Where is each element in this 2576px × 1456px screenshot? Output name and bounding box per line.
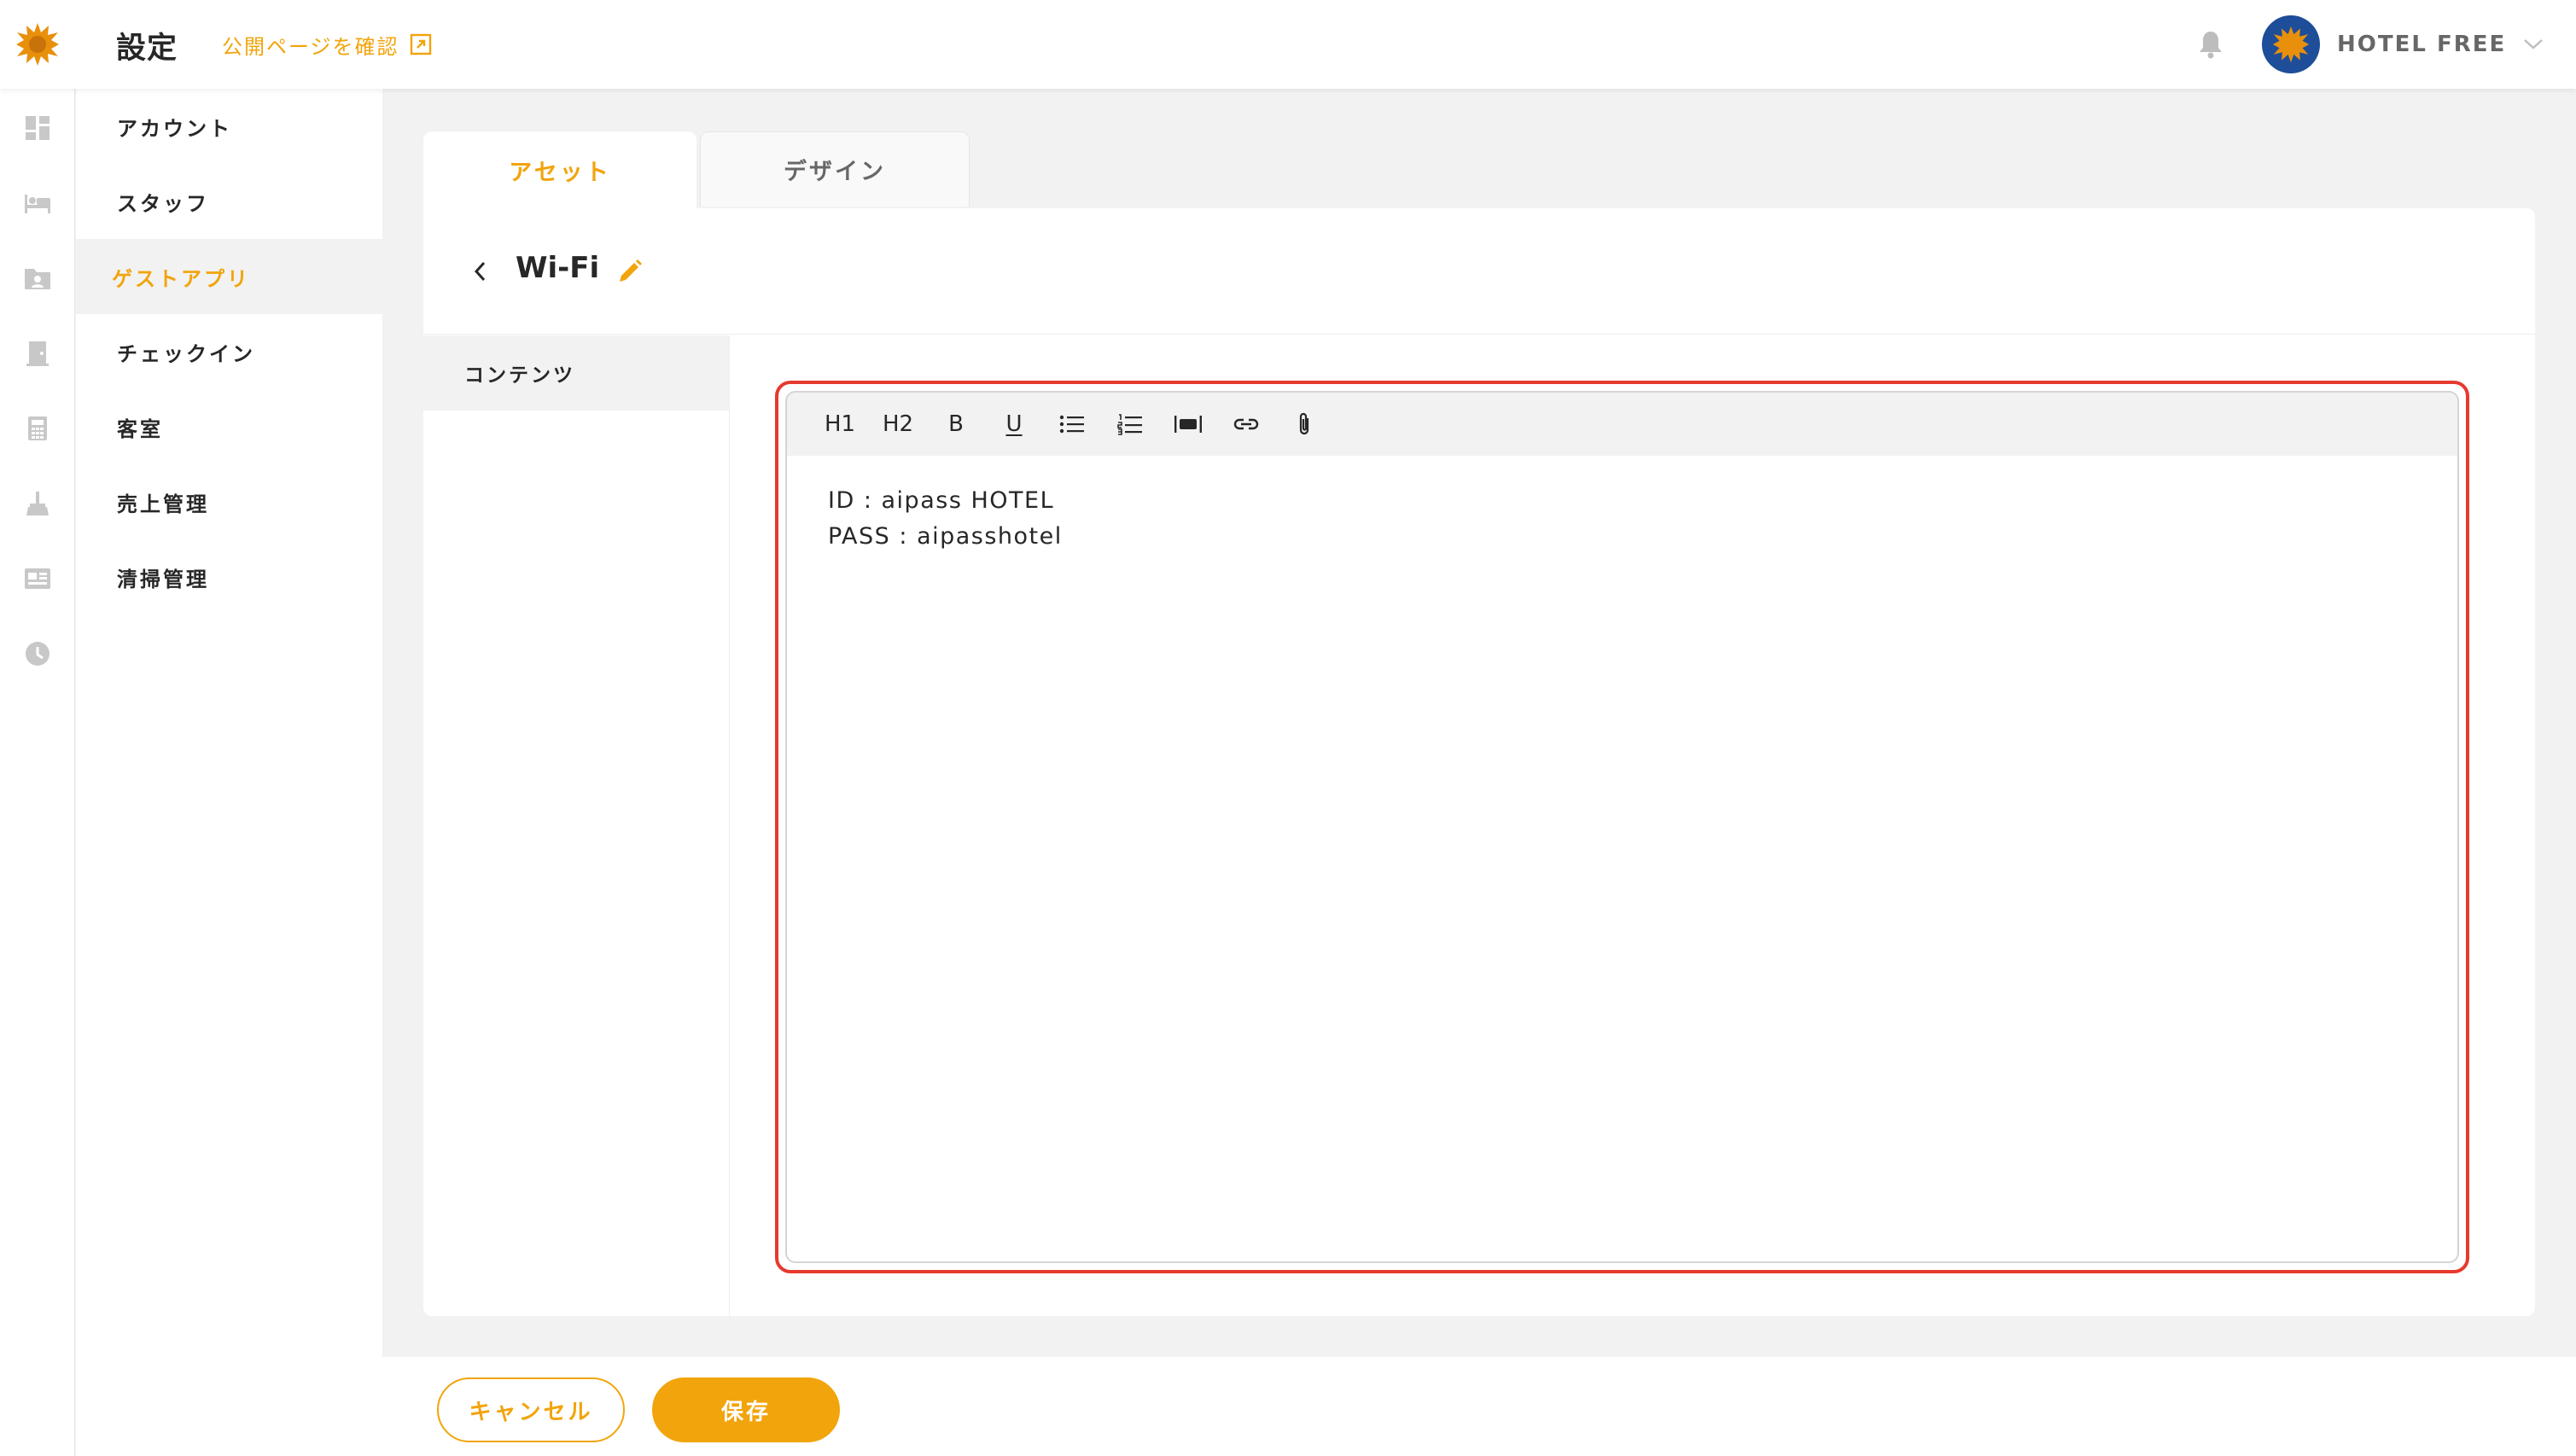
bullet-list-button[interactable] — [1043, 402, 1101, 446]
bold-button[interactable]: B — [927, 402, 985, 446]
view-public-page-link[interactable]: 公開ページを確認 — [222, 29, 432, 60]
tab-asset[interactable]: アセット — [423, 131, 696, 208]
menu-item-rooms[interactable]: 客室 — [76, 389, 382, 464]
cancel-button[interactable]: キャンセル — [437, 1377, 625, 1442]
editor-toolbar: H1 H2 B U — [787, 393, 2457, 456]
content-sidebar: コンテンツ — [423, 335, 730, 1316]
back-button[interactable] — [461, 253, 498, 290]
bullet-list-icon — [1059, 415, 1084, 434]
chevron-left-icon — [474, 261, 486, 282]
bed-icon[interactable] — [17, 183, 58, 224]
news-icon[interactable] — [17, 558, 58, 599]
editor-content[interactable]: ID : aipass HOTEL PASS : aipasshotel — [828, 483, 2416, 555]
editor-line: ID : aipass HOTEL — [828, 487, 1055, 514]
numbered-list-icon — [1117, 414, 1142, 435]
hotel-logo-icon — [2272, 26, 2310, 63]
tab-design[interactable]: デザイン — [700, 131, 970, 207]
menu-item-cleaning[interactable]: 清掃管理 — [76, 539, 382, 614]
page-title: 設定 — [116, 32, 178, 66]
top-header: 設定 公開ページを確認 HOTEL FREE — [0, 0, 2576, 89]
menu-item-staff[interactable]: スタッフ — [76, 164, 382, 239]
underline-button[interactable]: U — [985, 402, 1043, 446]
app-root: 設定 公開ページを確認 HOTEL FREE アカウント スタッフ ゲストアプリ… — [0, 0, 2576, 1456]
icon-rail — [0, 89, 75, 1456]
panel-header: Wi-Fi — [423, 208, 2535, 335]
sun-logo-icon — [16, 23, 59, 66]
app-logo[interactable] — [0, 0, 75, 89]
embed-block-button[interactable] — [1159, 402, 1217, 446]
account-menu[interactable]: HOTEL FREE — [2262, 15, 2544, 73]
side-item-contents[interactable]: コンテンツ — [423, 335, 729, 411]
door-icon[interactable] — [17, 333, 58, 374]
underline-label: U — [1005, 411, 1023, 437]
menu-item-sales[interactable]: 売上管理 — [76, 464, 382, 539]
attachment-button[interactable] — [1275, 402, 1333, 446]
editor-line: PASS : aipasshotel — [828, 523, 1063, 550]
heading1-button[interactable]: H1 — [811, 402, 869, 446]
menu-item-account[interactable]: アカウント — [76, 89, 382, 164]
public-link-label: 公開ページを確認 — [222, 34, 399, 59]
asset-title: Wi-Fi — [516, 251, 600, 285]
dashboard-icon[interactable] — [17, 108, 58, 149]
footer-bar: キャンセル 保存 — [382, 1357, 2576, 1456]
numbered-list-button[interactable] — [1101, 402, 1159, 446]
external-link-icon — [410, 33, 431, 55]
settings-menu: アカウント スタッフ ゲストアプリ チェックイン 客室 売上管理 清掃管理 — [76, 89, 382, 1456]
guest-folder-icon[interactable] — [17, 258, 58, 299]
avatar — [2262, 15, 2320, 73]
chevron-down-icon — [2524, 39, 2544, 50]
save-button[interactable]: 保存 — [652, 1377, 840, 1442]
pencil-icon — [620, 259, 642, 282]
menu-item-checkin[interactable]: チェックイン — [76, 314, 382, 389]
asset-panel: Wi-Fi コンテンツ H1 H2 B U ID: aipass HOTEL … — [423, 208, 2535, 1316]
paperclip-icon — [1299, 412, 1309, 435]
account-name: HOTEL FREE — [2337, 32, 2507, 57]
notification-bell-icon[interactable] — [2195, 27, 2226, 61]
clock-icon[interactable] — [17, 633, 58, 674]
embed-block-icon — [1174, 416, 1202, 433]
edit-title-button[interactable] — [613, 254, 647, 288]
calculator-icon[interactable] — [17, 408, 58, 449]
link-icon — [1233, 418, 1259, 430]
broom-icon[interactable] — [17, 483, 58, 524]
link-button[interactable] — [1217, 402, 1275, 446]
menu-item-guest-app[interactable]: ゲストアプリ — [76, 239, 382, 314]
rich-text-editor[interactable]: H1 H2 B U ID: aipass HOTEL PASS: aipas… — [785, 391, 2459, 1263]
heading2-button[interactable]: H2 — [869, 402, 927, 446]
